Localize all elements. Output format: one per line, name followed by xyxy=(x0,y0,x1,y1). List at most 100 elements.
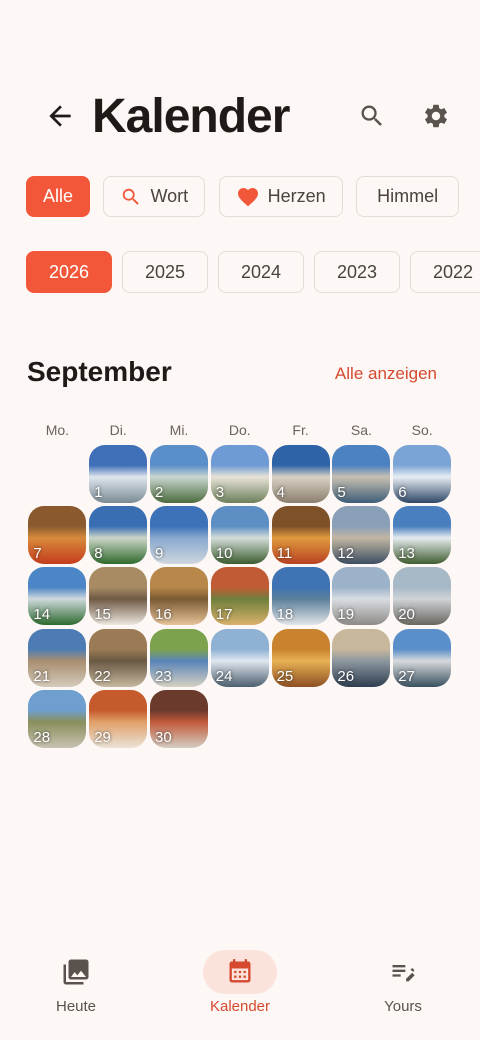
calendar-day-cell[interactable]: 3 xyxy=(210,445,269,503)
nav-item-yours[interactable]: Yours xyxy=(343,950,463,1015)
gear-icon[interactable] xyxy=(422,102,450,130)
day-number: 19 xyxy=(337,606,355,624)
calendar-day-cell[interactable]: 22 xyxy=(89,628,148,687)
calendar-day-cell[interactable]: 5 xyxy=(332,445,391,503)
bottom-navigation: Heute Kalender Yours xyxy=(0,940,480,1040)
nav-pill xyxy=(39,950,113,994)
heart-icon xyxy=(237,187,258,206)
year-chip-2022[interactable]: 2022 xyxy=(410,251,480,293)
weekday-label: Fr. xyxy=(292,422,309,438)
calendar-day-cell[interactable]: 1 xyxy=(89,445,148,503)
calendar-day-cell[interactable]: 18 xyxy=(271,567,330,626)
chip-label: Herzen xyxy=(267,186,326,206)
day-number: 29 xyxy=(94,728,111,746)
day-number: 27 xyxy=(398,667,415,685)
day-number: 2 xyxy=(155,484,164,501)
nav-item-today[interactable]: Heute xyxy=(16,950,136,1015)
chip-label: Himmel xyxy=(377,186,439,206)
day-number: 10 xyxy=(215,545,233,563)
weekday-label: Mi. xyxy=(169,422,189,438)
day-number: 23 xyxy=(155,667,172,685)
calendar-day-cell[interactable]: 6 xyxy=(393,445,452,503)
day-number: 30 xyxy=(155,728,172,746)
year-chip-2025[interactable]: 2025 xyxy=(122,251,208,293)
weekday-label: Sa. xyxy=(350,422,372,438)
back-arrow-icon[interactable] xyxy=(44,100,76,132)
calendar-day-cell[interactable]: 10 xyxy=(210,506,269,565)
year-chip-2023[interactable]: 2023 xyxy=(314,251,400,293)
day-number: 17 xyxy=(215,606,233,624)
year-chip-2026[interactable]: 2026 xyxy=(26,251,112,293)
day-number: 4 xyxy=(276,484,285,501)
weekday-label: Do. xyxy=(228,422,251,438)
day-number: 1 xyxy=(94,484,103,501)
chip-sky[interactable]: Himmel xyxy=(356,176,460,217)
calendar-icon xyxy=(229,959,251,983)
calendar-day-cell[interactable]: 28 xyxy=(28,689,87,748)
day-number: 6 xyxy=(398,484,407,501)
calendar-day-cell[interactable]: 2 xyxy=(150,445,208,503)
photos-icon xyxy=(63,959,89,985)
calendar-day-cell[interactable]: 21 xyxy=(28,628,87,687)
weekday-label: So. xyxy=(411,422,433,438)
day-number: 24 xyxy=(215,667,233,685)
day-number: 14 xyxy=(33,606,51,624)
chip-all[interactable]: Alle xyxy=(26,176,91,217)
day-number: 18 xyxy=(276,606,294,624)
calendar-day-cell[interactable]: 13 xyxy=(393,506,452,565)
calendar-day-cell[interactable]: 4 xyxy=(271,445,330,503)
weekday-label: Di. xyxy=(109,422,127,438)
calendar-day-cell[interactable]: 15 xyxy=(89,567,148,626)
nav-pill xyxy=(203,950,277,994)
calendar-day-cell[interactable]: 25 xyxy=(271,628,330,687)
day-number: 15 xyxy=(94,606,111,624)
show-all-link[interactable]: Alle anzeigen xyxy=(335,364,437,384)
nav-label: Heute xyxy=(55,998,97,1015)
calendar-day-cell[interactable]: 14 xyxy=(28,567,87,626)
weekday-header: Mo. Di. Mi. Do. Fr. Sa. So. xyxy=(27,422,453,438)
calendar-day-cell[interactable]: 7 xyxy=(28,506,87,565)
month-title: September xyxy=(27,356,172,387)
calendar-day-cell[interactable]: 9 xyxy=(150,506,208,565)
calendar-day-cell[interactable]: 30 xyxy=(150,689,208,748)
chip-label: Wort xyxy=(150,186,189,206)
year-chip-2024[interactable]: 2024 xyxy=(218,251,304,293)
day-number: 12 xyxy=(337,545,355,563)
search-icon[interactable] xyxy=(358,102,386,130)
chip-word[interactable]: Wort xyxy=(103,176,206,217)
nav-pill xyxy=(366,950,440,994)
day-number: 11 xyxy=(276,545,293,563)
calendar-day-cell[interactable]: 11 xyxy=(271,506,330,565)
calendar-day-cell[interactable]: 17 xyxy=(210,567,269,626)
day-number: 7 xyxy=(33,545,42,563)
day-number: 22 xyxy=(94,667,111,685)
day-number: 13 xyxy=(398,545,415,563)
year-chip-row: 2026 2025 2024 2023 2022 xyxy=(26,251,480,293)
edit-list-icon xyxy=(392,965,415,982)
chip-hearts[interactable]: Herzen xyxy=(218,176,343,217)
chip-label: Alle xyxy=(43,186,74,206)
calendar-day-cell[interactable]: 8 xyxy=(89,506,148,565)
calendar-day-cell[interactable]: 16 xyxy=(150,567,208,626)
day-number: 20 xyxy=(398,606,415,624)
day-number: 25 xyxy=(276,667,294,685)
calendar-day-cell[interactable]: 12 xyxy=(332,506,391,565)
nav-item-calendar[interactable]: Kalender xyxy=(180,950,300,1015)
calendar-day-cell[interactable]: 20 xyxy=(393,567,452,626)
day-number: 21 xyxy=(33,667,51,685)
calendar-day-cell[interactable]: 26 xyxy=(332,628,391,687)
day-number: 28 xyxy=(33,728,51,746)
day-number: 26 xyxy=(337,667,355,685)
calendar-day-cell[interactable]: 24 xyxy=(210,628,269,687)
calendar-day-cell[interactable]: 29 xyxy=(89,689,148,748)
page-title: Kalender xyxy=(92,90,290,143)
calendar-day-cell[interactable]: 23 xyxy=(150,628,208,687)
nav-label: Yours xyxy=(384,998,422,1015)
weekday-label: Mo. xyxy=(45,422,70,438)
calendar-day-cell[interactable]: 19 xyxy=(332,567,391,626)
nav-label: Kalender xyxy=(209,998,271,1015)
calendar-day-cell[interactable]: 27 xyxy=(393,628,452,687)
day-number: 16 xyxy=(155,606,172,624)
day-number: 5 xyxy=(337,484,346,501)
day-number: 3 xyxy=(215,484,225,501)
